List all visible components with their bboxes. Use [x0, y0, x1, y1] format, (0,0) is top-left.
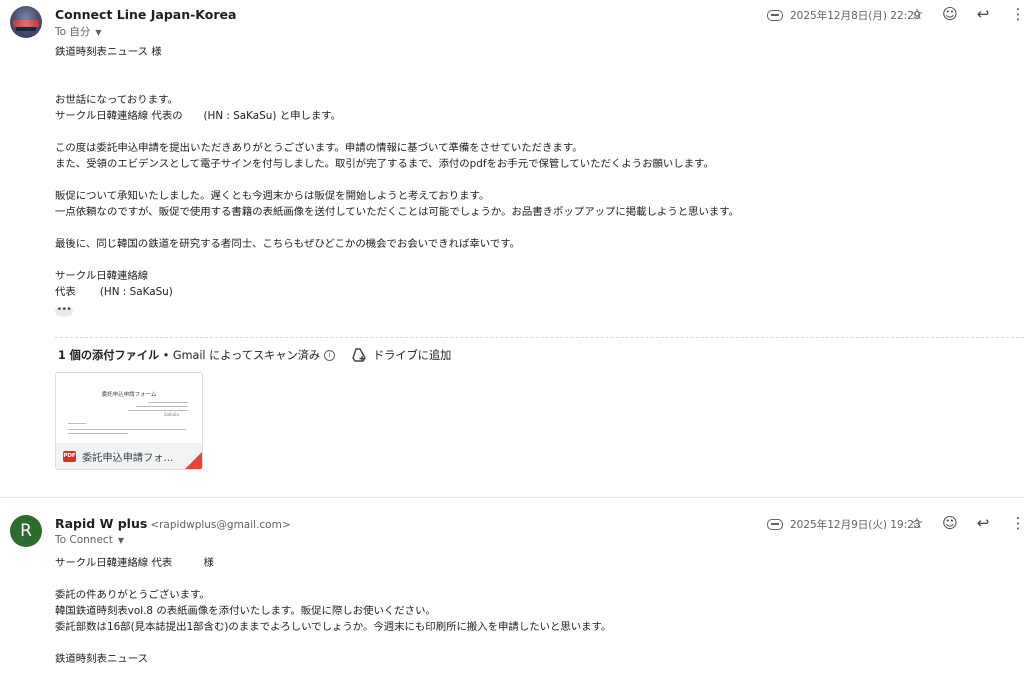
recipient-line[interactable]: To Connect ▼	[55, 534, 124, 546]
attachment-card[interactable]: 委託申込申請フォーム SaKaSu PDF 委託申込申請フォ...	[55, 372, 203, 470]
preview-line	[148, 402, 188, 403]
reply-icon[interactable]: ↩	[973, 4, 993, 24]
preview-title: 委託申込申請フォーム	[101, 392, 157, 398]
preview-line	[68, 429, 186, 430]
preview-line	[136, 406, 188, 407]
info-icon[interactable]: i	[324, 349, 336, 361]
recipient-label: To 自分	[55, 26, 91, 38]
recipient-line[interactable]: To 自分 ▼	[55, 24, 102, 39]
recipient-label: To Connect	[55, 534, 113, 546]
message-1: Connect Line Japan-Korea To 自分 ▼ 2025年12月…	[0, 0, 1024, 490]
drive-add-icon	[352, 348, 366, 362]
add-to-drive-label: ドライブに追加	[373, 349, 452, 362]
reply-icon[interactable]: ↩	[973, 513, 993, 533]
sender-avatar[interactable]	[10, 6, 42, 38]
chevron-down-icon[interactable]: ▼	[95, 28, 101, 37]
attachment-preview: 委託申込申請フォーム SaKaSu	[56, 373, 202, 443]
attachment-corner-fold	[185, 452, 202, 469]
date-area: 2025年12月9日(火) 19:23	[767, 517, 921, 532]
attachment-count: 1 個の添付ファイル	[58, 349, 160, 362]
show-trimmed-content-button[interactable]: •••	[55, 306, 73, 316]
more-options-icon[interactable]: ⋮	[1008, 4, 1024, 24]
attachment-footer: PDF 委託申込申請フォ...	[56, 443, 202, 469]
message-date: 2025年12月9日(火) 19:23	[790, 519, 921, 531]
star-icon[interactable]: ☆	[907, 513, 927, 533]
chevron-down-icon[interactable]: ▼	[118, 536, 124, 545]
message-body: サークル日韓連絡線 代表 様 委託の件ありがとうございます。 韓国鉄道時刻表vo…	[55, 557, 612, 665]
separator: •	[159, 348, 173, 362]
attachment-name: 委託申込申請フォ...	[82, 452, 174, 464]
scan-status: Gmail によってスキャン済み	[172, 349, 321, 362]
sender-name[interactable]: Rapid W plus <rapidwplus@gmail.com>	[55, 516, 291, 531]
sender-email: <rapidwplus@gmail.com>	[150, 519, 291, 531]
preview-line	[128, 410, 188, 411]
preview-signature: SaKaSu	[164, 412, 179, 417]
message-divider	[0, 497, 1024, 498]
pdf-icon: PDF	[63, 450, 76, 462]
date-area: 2025年12月8日(月) 22:29	[767, 8, 921, 23]
label-icon[interactable]	[767, 519, 783, 530]
attachment-divider	[55, 337, 1024, 338]
message-body: 鉄道時刻表ニュース 様 お世話になっております。 サークル日韓連絡線 代表の (…	[55, 46, 740, 298]
sender-avatar[interactable]: R	[10, 515, 42, 547]
preview-line	[68, 423, 86, 424]
more-options-icon[interactable]: ⋮	[1008, 513, 1024, 533]
emoji-icon[interactable]: ☺	[940, 4, 960, 24]
star-icon[interactable]: ☆	[907, 4, 927, 24]
sender-name[interactable]: Connect Line Japan-Korea	[55, 7, 236, 22]
message-2: R Rapid W plus <rapidwplus@gmail.com> To …	[0, 500, 1024, 677]
attachment-header: 1 個の添付ファイル • Gmail によってスキャン済み i	[58, 347, 336, 363]
avatar-photo-detail	[13, 20, 39, 27]
label-icon[interactable]	[767, 10, 783, 21]
preview-line	[68, 433, 128, 434]
avatar-photo-detail	[16, 27, 36, 31]
emoji-icon[interactable]: ☺	[940, 513, 960, 533]
message-date: 2025年12月8日(月) 22:29	[790, 10, 921, 22]
add-to-drive-button[interactable]: ドライブに追加	[351, 347, 451, 363]
